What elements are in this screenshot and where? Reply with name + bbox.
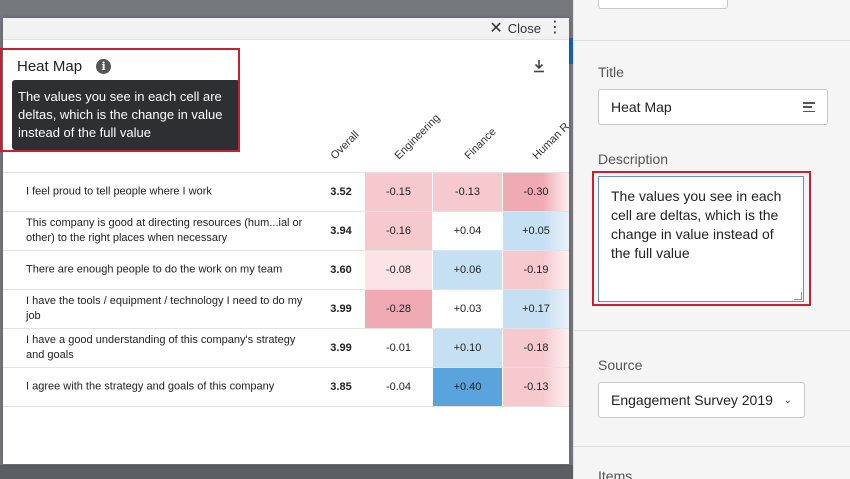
text-format-icon[interactable]	[803, 102, 815, 112]
download-icon[interactable]	[531, 58, 547, 74]
close-icon: ✕	[489, 19, 503, 37]
more-options-icon[interactable]: ⋮	[547, 20, 563, 36]
panel-divider	[574, 40, 850, 41]
column-header-finance: Finance	[462, 125, 499, 162]
heatmap-cell[interactable]: -0.08	[364, 251, 432, 289]
heatmap-cell[interactable]: -0.18	[502, 329, 569, 367]
heatmap-cell[interactable]: -0.13	[502, 368, 569, 406]
source-select-value: Engagement Survey 2019	[611, 392, 773, 408]
column-header-engineering: Engineering	[392, 111, 443, 162]
title-input[interactable]: Heat Map	[598, 89, 828, 125]
resize-grip-icon[interactable]	[794, 292, 802, 300]
row-question: I have a good understanding of this comp…	[26, 334, 296, 361]
source-label: Source	[598, 357, 643, 373]
column-header-overall: Overall	[328, 128, 362, 162]
panel-top-input[interactable]	[598, 0, 728, 9]
close-label: Close	[507, 21, 541, 36]
widget-title-text: Heat Map	[17, 58, 83, 75]
row-question: I agree with the strategy and goals of t…	[26, 380, 275, 393]
info-tooltip: The values you see in each cell are delt…	[12, 80, 240, 150]
widget-title: Heat Map i	[17, 58, 112, 75]
heatmap-cell[interactable]: +0.05	[502, 212, 569, 250]
panel-divider	[574, 330, 850, 331]
chevron-down-icon: ⌄	[783, 394, 792, 406]
row-overall-score: 3.52	[330, 186, 352, 198]
table-row: I have the tools / equipment / technolog…	[3, 289, 569, 328]
table-bottom-border	[3, 406, 569, 407]
heatmap-modal: ✕ Close ⋮ Heat Map i The values you see …	[3, 18, 569, 464]
close-button[interactable]: ✕ Close	[489, 19, 541, 37]
heatmap-cell[interactable]: -0.04	[364, 368, 432, 406]
description-textarea[interactable]: The values you see in each cell are delt…	[598, 176, 804, 302]
title-label: Title	[598, 64, 624, 80]
table-row: I agree with the strategy and goals of t…	[3, 367, 569, 406]
table-row: I feel proud to tell people where I work…	[3, 172, 569, 211]
row-overall-score: 3.94	[330, 225, 352, 237]
column-header-human-resources: Human R	[530, 120, 569, 162]
heatmap-cell[interactable]: -0.16	[364, 212, 432, 250]
row-overall-score: 3.60	[330, 264, 352, 276]
row-overall-score: 3.85	[330, 381, 352, 393]
heatmap-cell[interactable]: -0.28	[364, 290, 432, 328]
title-input-value: Heat Map	[611, 99, 672, 115]
table-row: I have a good understanding of this comp…	[3, 328, 569, 367]
panel-divider	[574, 446, 850, 447]
source-select[interactable]: Engagement Survey 2019 ⌄	[598, 382, 805, 418]
heatmap-cell[interactable]: +0.10	[432, 329, 502, 367]
row-question: I feel proud to tell people where I work	[26, 185, 212, 198]
row-question: This company is good at directing resour…	[26, 217, 303, 244]
background-strip	[0, 465, 573, 479]
row-question: There are enough people to do the work o…	[26, 263, 283, 276]
heatmap-cell[interactable]: +0.40	[432, 368, 502, 406]
heatmap-cell[interactable]: +0.04	[432, 212, 502, 250]
row-question: I have the tools / equipment / technolog…	[26, 295, 303, 322]
heatmap-cell[interactable]: -0.30	[502, 173, 569, 211]
description-label: Description	[598, 151, 669, 167]
info-icon[interactable]: i	[96, 59, 112, 74]
heatmap-cell[interactable]: +0.06	[432, 251, 502, 289]
table-row: There are enough people to do the work o…	[3, 250, 569, 289]
heatmap-cell[interactable]: -0.13	[432, 173, 502, 211]
heatmap-cell[interactable]: -0.01	[364, 329, 432, 367]
modal-topbar: ✕ Close ⋮	[3, 18, 569, 40]
items-label: Items	[598, 468, 633, 479]
heatmap-cell[interactable]: -0.15	[364, 173, 432, 211]
heatmap-cell[interactable]: +0.17	[502, 290, 569, 328]
row-overall-score: 3.99	[330, 303, 352, 315]
row-overall-score: 3.99	[330, 342, 352, 354]
heatmap-cell[interactable]: -0.19	[502, 251, 569, 289]
heatmap-cell[interactable]: +0.03	[432, 290, 502, 328]
table-row: This company is good at directing resour…	[3, 211, 569, 250]
settings-panel: Title Heat Map Description The values yo…	[573, 0, 850, 479]
